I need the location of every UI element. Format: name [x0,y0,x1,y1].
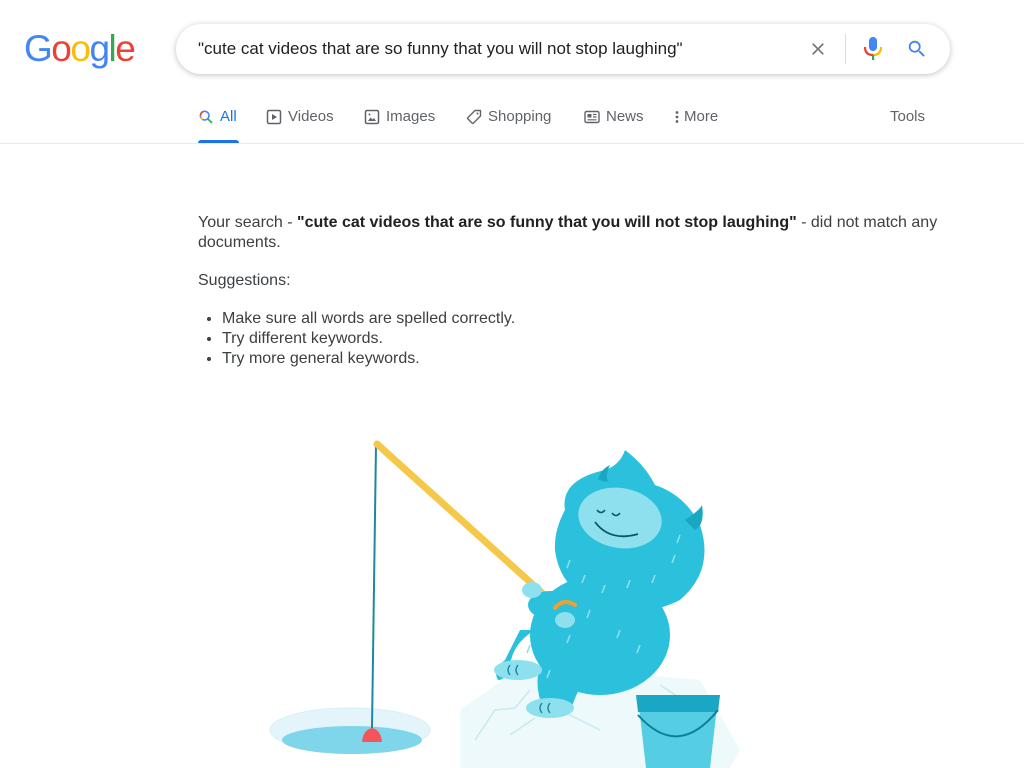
tab-label: Shopping [488,108,552,125]
tag-icon [466,104,482,130]
search-box [176,24,950,74]
tab-all[interactable]: All [198,104,239,143]
monster-hand [555,612,575,628]
suggestions-title: Suggestions: [198,272,291,289]
tools-button[interactable]: Tools [890,104,925,130]
tab-label: News [606,108,644,125]
monster-hand [522,582,542,598]
no-results-message: Your search - "cute cat videos that are … [198,213,938,369]
search-input[interactable] [198,24,798,74]
clear-search-button[interactable] [804,35,832,63]
tab-label: All [220,108,237,125]
no-match-text: Your search - "cute cat videos that are … [198,213,938,253]
more-vert-icon [672,104,682,130]
tab-more[interactable]: More [672,104,718,143]
play-icon [266,104,282,130]
tab-label: Images [386,108,436,125]
search-divider [845,34,846,64]
search-query: "cute cat videos that are so funny that … [297,214,797,231]
suggestion-item: Make sure all words are spelled correctl… [222,309,938,329]
tab-label: Videos [288,108,334,125]
newspaper-icon [584,104,600,130]
no-match-prefix: Your search - [198,214,298,231]
suggestions-list: Make sure all words are spelled correctl… [198,309,938,369]
header: Google "cute cat videos that are so funn… [0,0,1024,144]
logo-letter: e [115,28,136,69]
monster-foot [494,660,542,680]
search-button[interactable] [903,35,931,63]
search-icon [908,40,925,57]
fishing-line [371,444,377,729]
tab-shopping[interactable]: Shopping [466,104,551,143]
image-icon [364,104,380,130]
tab-videos[interactable]: Videos [266,104,334,143]
suggestion-item: Try different keywords. [222,329,938,349]
logo-letter: g [89,28,110,69]
google-logo[interactable]: Google [24,27,136,71]
voice-search-button[interactable] [859,35,887,63]
tab-images[interactable]: Images [364,104,435,143]
suggestion-item: Try more general keywords. [222,349,938,369]
search-icon [198,104,214,130]
bucket-rim [636,695,720,712]
logo-letter: l [108,28,117,69]
tab-news[interactable]: News [584,104,644,143]
microphone-icon [863,37,883,60]
close-icon [812,43,824,55]
ice-hole-water [282,726,422,754]
logo-letter: o [51,28,72,69]
logo-letter: o [70,28,91,69]
tab-label: More [684,108,719,125]
monster-foot [526,698,574,718]
ice-fishing-monster-illustration [269,440,740,768]
logo-letter: G [24,28,53,69]
